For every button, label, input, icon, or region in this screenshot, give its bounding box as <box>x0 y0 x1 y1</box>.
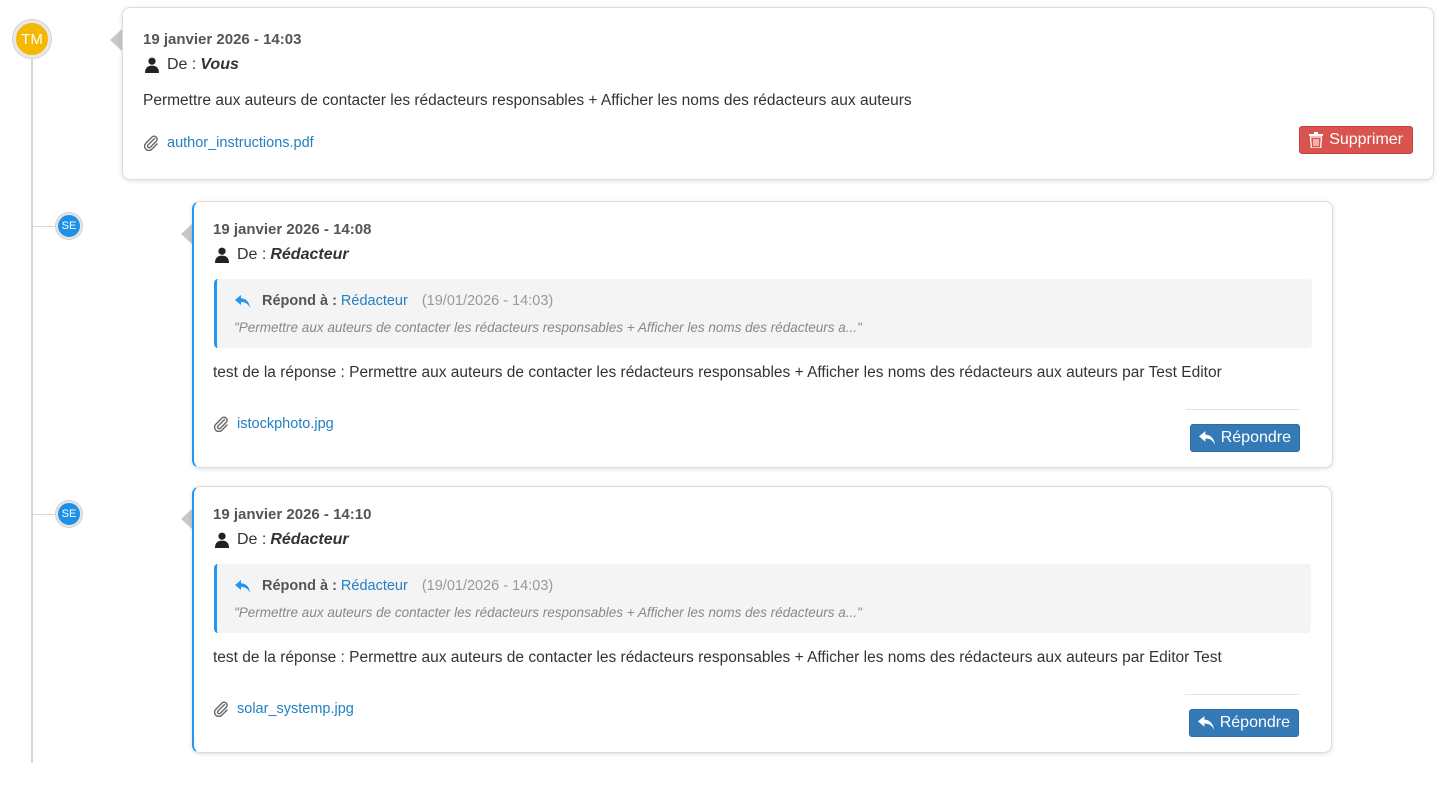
quote-header: Répond à : Rédacteur (19/01/2026 - 14:03… <box>235 293 553 309</box>
reply-arrow-icon <box>235 579 250 593</box>
message-from: De : Vous <box>145 56 239 74</box>
paperclip-icon <box>213 701 228 717</box>
attachment-link[interactable]: solar_systemp.jpg <box>237 701 354 717</box>
paperclip-icon <box>213 416 228 432</box>
quote-text: "Permettre aux auteurs de contacter les … <box>234 605 862 620</box>
avatar: SE <box>56 501 82 527</box>
reply-arrow-icon <box>1197 716 1214 730</box>
message-text: Permettre aux auteurs de contacter les r… <box>143 92 912 109</box>
card-pointer <box>110 29 122 51</box>
attachment-link[interactable]: author_instructions.pdf <box>167 135 314 151</box>
from-name: Rédacteur <box>270 246 349 263</box>
quote-author-link[interactable]: Rédacteur <box>341 293 408 309</box>
user-icon <box>215 532 229 548</box>
quote-author-link[interactable]: Rédacteur <box>341 578 408 594</box>
timeline-line <box>31 38 33 763</box>
reply-card: 19 janvier 2026 - 14:10 De : Rédacteur R… <box>192 486 1332 753</box>
quote-label: Répond à : <box>262 293 337 309</box>
reply-card: 19 janvier 2026 - 14:08 De : Rédacteur R… <box>192 201 1333 468</box>
divider <box>1186 409 1300 410</box>
from-name: Vous <box>200 56 239 73</box>
delete-button[interactable]: Supprimer <box>1299 126 1413 154</box>
reply-quote: Répond à : Rédacteur (19/01/2026 - 14:03… <box>214 564 1311 633</box>
reply-arrow-icon <box>235 294 250 308</box>
reply-button[interactable]: Répondre <box>1189 424 1300 452</box>
attachment: istockphoto.jpg <box>213 416 334 432</box>
message-date: 19 janvier 2026 - 14:08 <box>213 221 372 238</box>
from-label: De : <box>237 531 267 548</box>
reply-label: Répondre <box>1220 429 1291 446</box>
reply-arrow-icon <box>1198 431 1215 445</box>
divider <box>1185 694 1299 695</box>
user-icon <box>145 57 159 73</box>
reply-button[interactable]: Répondre <box>1188 709 1299 737</box>
avatar: SE <box>56 213 82 239</box>
message-card: 19 janvier 2026 - 14:03 De : Vous Permet… <box>122 7 1434 180</box>
delete-label: Supprimer <box>1329 131 1403 148</box>
reply-quote: Répond à : Rédacteur (19/01/2026 - 14:03… <box>214 279 1312 348</box>
quote-label: Répond à : <box>262 578 337 594</box>
message-from: De : Rédacteur <box>215 531 349 549</box>
attachment-link[interactable]: istockphoto.jpg <box>237 416 334 432</box>
quote-date: (19/01/2026 - 14:03) <box>421 578 554 594</box>
trash-icon <box>1309 132 1324 148</box>
avatar: TM <box>13 20 51 58</box>
paperclip-icon <box>143 135 158 151</box>
from-name: Rédacteur <box>270 531 349 548</box>
quote-header: Répond à : Rédacteur (19/01/2026 - 14:03… <box>235 578 553 594</box>
from-label: De : <box>237 246 267 263</box>
message-date: 19 janvier 2026 - 14:03 <box>143 31 302 48</box>
from-label: De : <box>167 56 197 73</box>
message-text: test de la réponse : Permettre aux auteu… <box>213 649 1222 666</box>
message-from: De : Rédacteur <box>215 246 349 264</box>
attachment: author_instructions.pdf <box>143 135 314 151</box>
quote-text: "Permettre aux auteurs de contacter les … <box>234 320 862 335</box>
attachment: solar_systemp.jpg <box>213 701 354 717</box>
quote-date: (19/01/2026 - 14:03) <box>421 293 554 309</box>
message-text: test de la réponse : Permettre aux auteu… <box>213 364 1222 381</box>
reply-label: Répondre <box>1219 714 1290 731</box>
user-icon <box>215 247 229 263</box>
message-date: 19 janvier 2026 - 14:10 <box>213 506 372 523</box>
